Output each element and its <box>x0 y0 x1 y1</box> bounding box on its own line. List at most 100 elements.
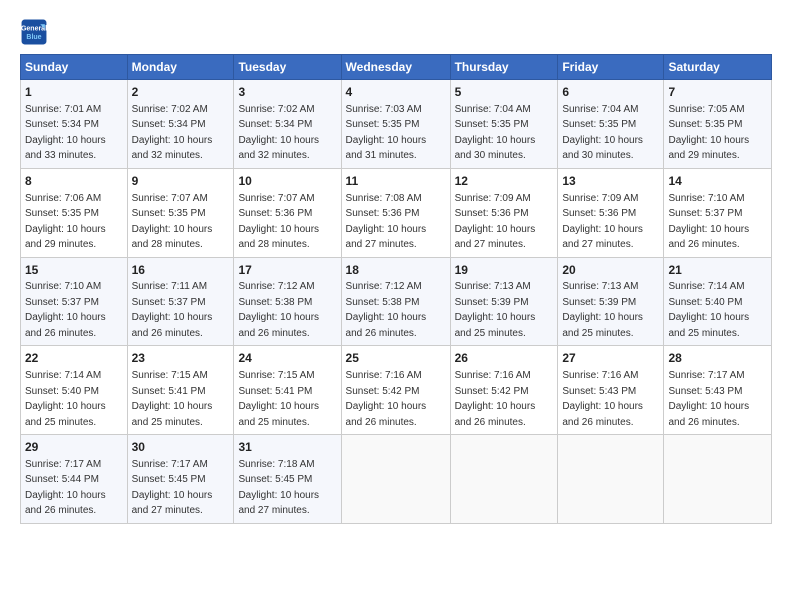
calendar-cell: 1 Sunrise: 7:01 AMSunset: 5:34 PMDayligh… <box>21 80 128 169</box>
day-number: 5 <box>455 84 554 101</box>
day-info: Sunrise: 7:07 AMSunset: 5:36 PMDaylight:… <box>238 193 319 251</box>
day-number: 4 <box>346 84 446 101</box>
calendar-cell: 3 Sunrise: 7:02 AMSunset: 5:34 PMDayligh… <box>234 80 341 169</box>
day-info: Sunrise: 7:02 AMSunset: 5:34 PMDaylight:… <box>132 104 213 162</box>
day-number: 25 <box>346 350 446 367</box>
weekday-header-sunday: Sunday <box>21 55 128 80</box>
day-info: Sunrise: 7:08 AMSunset: 5:36 PMDaylight:… <box>346 193 427 251</box>
day-info: Sunrise: 7:16 AMSunset: 5:42 PMDaylight:… <box>455 370 536 428</box>
calendar-week-2: 8 Sunrise: 7:06 AMSunset: 5:35 PMDayligh… <box>21 168 772 257</box>
calendar-week-3: 15 Sunrise: 7:10 AMSunset: 5:37 PMDaylig… <box>21 257 772 346</box>
day-number: 22 <box>25 350 123 367</box>
calendar-cell: 16 Sunrise: 7:11 AMSunset: 5:37 PMDaylig… <box>127 257 234 346</box>
calendar-cell: 8 Sunrise: 7:06 AMSunset: 5:35 PMDayligh… <box>21 168 128 257</box>
day-number: 7 <box>668 84 767 101</box>
calendar-cell <box>341 435 450 524</box>
day-number: 17 <box>238 262 336 279</box>
weekday-header-saturday: Saturday <box>664 55 772 80</box>
calendar-cell: 26 Sunrise: 7:16 AMSunset: 5:42 PMDaylig… <box>450 346 558 435</box>
day-number: 26 <box>455 350 554 367</box>
day-info: Sunrise: 7:09 AMSunset: 5:36 PMDaylight:… <box>562 193 643 251</box>
day-number: 1 <box>25 84 123 101</box>
day-info: Sunrise: 7:02 AMSunset: 5:34 PMDaylight:… <box>238 104 319 162</box>
calendar-cell: 31 Sunrise: 7:18 AMSunset: 5:45 PMDaylig… <box>234 435 341 524</box>
day-number: 20 <box>562 262 659 279</box>
day-info: Sunrise: 7:15 AMSunset: 5:41 PMDaylight:… <box>132 370 213 428</box>
calendar-cell: 29 Sunrise: 7:17 AMSunset: 5:44 PMDaylig… <box>21 435 128 524</box>
calendar-cell: 13 Sunrise: 7:09 AMSunset: 5:36 PMDaylig… <box>558 168 664 257</box>
day-info: Sunrise: 7:06 AMSunset: 5:35 PMDaylight:… <box>25 193 106 251</box>
day-info: Sunrise: 7:11 AMSunset: 5:37 PMDaylight:… <box>132 281 213 339</box>
header: General Blue <box>20 18 772 46</box>
day-info: Sunrise: 7:12 AMSunset: 5:38 PMDaylight:… <box>238 281 319 339</box>
calendar-table: SundayMondayTuesdayWednesdayThursdayFrid… <box>20 54 772 524</box>
day-info: Sunrise: 7:05 AMSunset: 5:35 PMDaylight:… <box>668 104 749 162</box>
calendar-week-4: 22 Sunrise: 7:14 AMSunset: 5:40 PMDaylig… <box>21 346 772 435</box>
calendar-cell: 20 Sunrise: 7:13 AMSunset: 5:39 PMDaylig… <box>558 257 664 346</box>
day-number: 14 <box>668 173 767 190</box>
day-number: 13 <box>562 173 659 190</box>
day-info: Sunrise: 7:14 AMSunset: 5:40 PMDaylight:… <box>25 370 106 428</box>
calendar-cell: 27 Sunrise: 7:16 AMSunset: 5:43 PMDaylig… <box>558 346 664 435</box>
day-info: Sunrise: 7:09 AMSunset: 5:36 PMDaylight:… <box>455 193 536 251</box>
calendar-cell: 22 Sunrise: 7:14 AMSunset: 5:40 PMDaylig… <box>21 346 128 435</box>
calendar-cell: 12 Sunrise: 7:09 AMSunset: 5:36 PMDaylig… <box>450 168 558 257</box>
calendar-cell <box>558 435 664 524</box>
calendar-cell: 28 Sunrise: 7:17 AMSunset: 5:43 PMDaylig… <box>664 346 772 435</box>
day-info: Sunrise: 7:01 AMSunset: 5:34 PMDaylight:… <box>25 104 106 162</box>
day-info: Sunrise: 7:04 AMSunset: 5:35 PMDaylight:… <box>455 104 536 162</box>
day-info: Sunrise: 7:03 AMSunset: 5:35 PMDaylight:… <box>346 104 427 162</box>
day-number: 28 <box>668 350 767 367</box>
day-number: 11 <box>346 173 446 190</box>
calendar-cell: 6 Sunrise: 7:04 AMSunset: 5:35 PMDayligh… <box>558 80 664 169</box>
day-number: 29 <box>25 439 123 456</box>
calendar-cell: 19 Sunrise: 7:13 AMSunset: 5:39 PMDaylig… <box>450 257 558 346</box>
day-info: Sunrise: 7:16 AMSunset: 5:42 PMDaylight:… <box>346 370 427 428</box>
day-number: 15 <box>25 262 123 279</box>
day-info: Sunrise: 7:12 AMSunset: 5:38 PMDaylight:… <box>346 281 427 339</box>
day-number: 10 <box>238 173 336 190</box>
day-number: 2 <box>132 84 230 101</box>
calendar-cell: 18 Sunrise: 7:12 AMSunset: 5:38 PMDaylig… <box>341 257 450 346</box>
weekday-header-tuesday: Tuesday <box>234 55 341 80</box>
calendar-cell: 7 Sunrise: 7:05 AMSunset: 5:35 PMDayligh… <box>664 80 772 169</box>
day-info: Sunrise: 7:15 AMSunset: 5:41 PMDaylight:… <box>238 370 319 428</box>
day-info: Sunrise: 7:18 AMSunset: 5:45 PMDaylight:… <box>238 459 319 517</box>
day-info: Sunrise: 7:13 AMSunset: 5:39 PMDaylight:… <box>562 281 643 339</box>
calendar-header-row: SundayMondayTuesdayWednesdayThursdayFrid… <box>21 55 772 80</box>
weekday-header-friday: Friday <box>558 55 664 80</box>
calendar-cell: 25 Sunrise: 7:16 AMSunset: 5:42 PMDaylig… <box>341 346 450 435</box>
calendar-cell: 30 Sunrise: 7:17 AMSunset: 5:45 PMDaylig… <box>127 435 234 524</box>
calendar-cell: 4 Sunrise: 7:03 AMSunset: 5:35 PMDayligh… <box>341 80 450 169</box>
day-number: 31 <box>238 439 336 456</box>
day-info: Sunrise: 7:10 AMSunset: 5:37 PMDaylight:… <box>668 193 749 251</box>
calendar-cell: 24 Sunrise: 7:15 AMSunset: 5:41 PMDaylig… <box>234 346 341 435</box>
calendar-week-1: 1 Sunrise: 7:01 AMSunset: 5:34 PMDayligh… <box>21 80 772 169</box>
day-number: 24 <box>238 350 336 367</box>
calendar-cell <box>664 435 772 524</box>
day-info: Sunrise: 7:17 AMSunset: 5:44 PMDaylight:… <box>25 459 106 517</box>
calendar-cell: 5 Sunrise: 7:04 AMSunset: 5:35 PMDayligh… <box>450 80 558 169</box>
day-info: Sunrise: 7:17 AMSunset: 5:45 PMDaylight:… <box>132 459 213 517</box>
calendar-cell: 21 Sunrise: 7:14 AMSunset: 5:40 PMDaylig… <box>664 257 772 346</box>
weekday-header-monday: Monday <box>127 55 234 80</box>
calendar-cell: 14 Sunrise: 7:10 AMSunset: 5:37 PMDaylig… <box>664 168 772 257</box>
svg-text:Blue: Blue <box>26 34 41 41</box>
calendar-cell: 23 Sunrise: 7:15 AMSunset: 5:41 PMDaylig… <box>127 346 234 435</box>
calendar-cell: 15 Sunrise: 7:10 AMSunset: 5:37 PMDaylig… <box>21 257 128 346</box>
day-info: Sunrise: 7:10 AMSunset: 5:37 PMDaylight:… <box>25 281 106 339</box>
calendar-cell: 17 Sunrise: 7:12 AMSunset: 5:38 PMDaylig… <box>234 257 341 346</box>
calendar-cell <box>450 435 558 524</box>
day-number: 6 <box>562 84 659 101</box>
calendar-week-5: 29 Sunrise: 7:17 AMSunset: 5:44 PMDaylig… <box>21 435 772 524</box>
page: General Blue SundayMondayTuesdayWednesda… <box>0 0 792 534</box>
day-info: Sunrise: 7:16 AMSunset: 5:43 PMDaylight:… <box>562 370 643 428</box>
day-info: Sunrise: 7:17 AMSunset: 5:43 PMDaylight:… <box>668 370 749 428</box>
calendar-cell: 2 Sunrise: 7:02 AMSunset: 5:34 PMDayligh… <box>127 80 234 169</box>
day-number: 9 <box>132 173 230 190</box>
day-number: 23 <box>132 350 230 367</box>
day-info: Sunrise: 7:14 AMSunset: 5:40 PMDaylight:… <box>668 281 749 339</box>
weekday-header-thursday: Thursday <box>450 55 558 80</box>
calendar-cell: 10 Sunrise: 7:07 AMSunset: 5:36 PMDaylig… <box>234 168 341 257</box>
day-number: 27 <box>562 350 659 367</box>
